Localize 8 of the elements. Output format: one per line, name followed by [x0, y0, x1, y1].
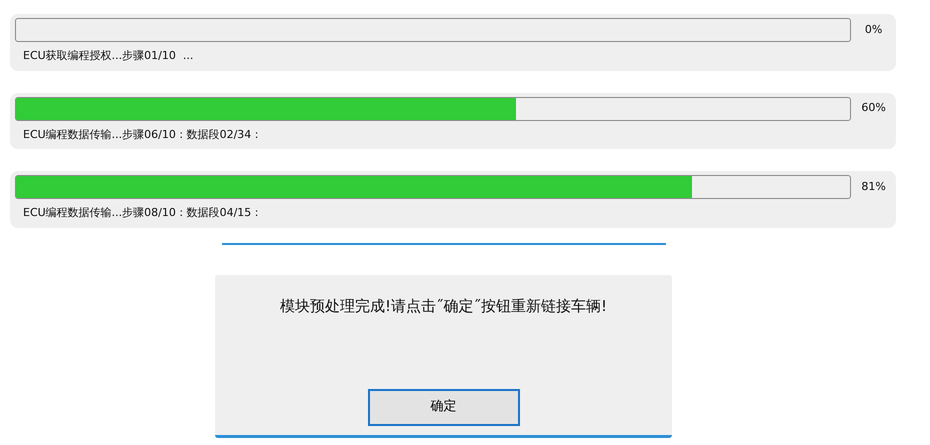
status-text: ECU获取编程授权...步骤01/10 ... — [22, 48, 194, 64]
percent-label: 60% — [860, 100, 887, 116]
status-text: ECU编程数据传输...步骤06/10 : 数据段02/34 : — [22, 126, 260, 142]
dialog-message: 模块预处理完成!请点击˝确定˝按钮重新链接车辆! — [280, 296, 608, 316]
ok-button[interactable]: 确定 — [368, 388, 520, 426]
status-text: ECU编程数据传输...步骤08/10 : 数据段04/15 : — [22, 205, 260, 221]
percent-label: 0% — [864, 22, 884, 38]
percent-label: 81% — [860, 178, 887, 195]
